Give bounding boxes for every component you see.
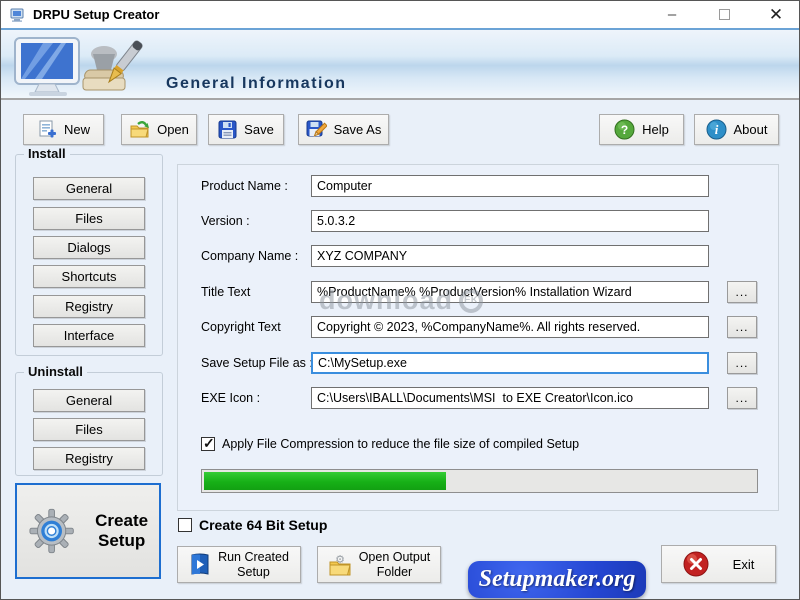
save-button-label: Save — [244, 122, 274, 137]
save-as-floppy-pencil-icon — [306, 120, 327, 140]
sidebar-item-install-interface[interactable]: Interface — [33, 324, 145, 347]
uninstall-group-title: Uninstall — [24, 364, 87, 379]
company-name-input[interactable] — [311, 245, 709, 267]
titlebar: DRPU Setup Creator – ✕ — [1, 1, 799, 28]
progress-fill — [204, 472, 446, 490]
install-group-title: Install — [24, 146, 70, 161]
version-label: Version : — [201, 214, 250, 228]
help-button-label: Help — [642, 122, 669, 137]
minimize-button[interactable]: – — [659, 4, 685, 26]
output-folder-gear-icon: ⚙ — [328, 553, 352, 577]
exe-icon-input[interactable] — [311, 387, 709, 409]
sidebar-item-install-dialogs[interactable]: Dialogs — [33, 236, 145, 259]
title-text-label: Title Text — [201, 285, 250, 299]
setupmaker-badge: Setupmaker.org — [468, 561, 646, 598]
new-button-label: New — [64, 122, 90, 137]
exit-red-x-icon — [683, 551, 709, 577]
open-button[interactable]: Open — [121, 114, 197, 145]
exit-button-label: Exit — [733, 557, 755, 572]
sidebar-item-uninstall-files[interactable]: Files — [33, 418, 145, 441]
window-title: DRPU Setup Creator — [33, 7, 159, 22]
compile-progress-bar — [201, 469, 758, 493]
svg-text:i: i — [714, 122, 718, 137]
close-button[interactable]: ✕ — [763, 4, 789, 26]
compression-checkbox-row: Apply File Compression to reduce the fil… — [201, 437, 579, 451]
exe-icon-label: EXE Icon : — [201, 391, 260, 405]
save-setup-file-browse-button[interactable]: ... — [727, 352, 757, 374]
product-name-label: Product Name : — [201, 179, 288, 193]
create-setup-button[interactable]: Create Setup — [15, 483, 161, 579]
about-button[interactable]: i About — [694, 114, 779, 145]
setupmaker-badge-text: Setupmaker.org — [479, 566, 636, 593]
open-button-label: Open — [157, 122, 189, 137]
open-output-folder-label: Open Output Folder — [359, 550, 431, 580]
sidebar-item-install-general[interactable]: General — [33, 177, 145, 200]
copyright-text-input[interactable] — [311, 316, 709, 338]
product-name-input[interactable] — [311, 175, 709, 197]
exe-icon-browse-button[interactable]: ... — [727, 387, 757, 409]
exit-button[interactable]: Exit — [661, 545, 776, 583]
sidebar-item-install-shortcuts[interactable]: Shortcuts — [33, 265, 145, 288]
version-input[interactable] — [311, 210, 709, 232]
sidebar-item-install-files[interactable]: Files — [33, 207, 145, 230]
gear-icon — [29, 508, 74, 554]
header-banner: General Information — [1, 30, 799, 100]
sidebar-item-install-registry[interactable]: Registry — [33, 295, 145, 318]
run-created-setup-button[interactable]: Run Created Setup — [177, 546, 301, 583]
create-64bit-checkbox[interactable] — [178, 518, 192, 532]
compression-checkbox-label: Apply File Compression to reduce the fil… — [222, 437, 579, 451]
save-as-button-label: Save As — [334, 122, 382, 137]
open-output-folder-button[interactable]: ⚙ Open Output Folder — [317, 546, 441, 583]
help-button[interactable]: ? Help — [599, 114, 684, 145]
company-name-label: Company Name : — [201, 249, 298, 263]
save-floppy-icon — [218, 120, 237, 139]
open-folder-icon — [129, 120, 150, 140]
compression-checkbox[interactable] — [201, 437, 215, 451]
run-created-setup-label: Run Created Setup — [218, 550, 290, 580]
create-64bit-row: Create 64 Bit Setup — [178, 517, 327, 533]
about-button-label: About — [734, 122, 768, 137]
banner-computer-stamp-pen-icon — [9, 32, 159, 100]
new-button[interactable]: New — [23, 114, 104, 145]
sidebar-item-uninstall-registry[interactable]: Registry — [33, 447, 145, 470]
svg-text:?: ? — [621, 123, 628, 137]
help-question-icon: ? — [614, 119, 635, 140]
save-setup-file-input[interactable] — [311, 352, 709, 374]
create-setup-label: Create Setup — [84, 511, 159, 550]
title-text-input[interactable] — [311, 281, 709, 303]
save-as-button[interactable]: Save As — [298, 114, 389, 145]
title-text-browse-button[interactable]: ... — [727, 281, 757, 303]
app-window: DRPU Setup Creator – ✕ G — [0, 0, 800, 600]
copyright-text-label: Copyright Text — [201, 320, 281, 334]
about-info-icon: i — [706, 119, 727, 140]
page-title: General Information — [166, 75, 347, 93]
run-play-icon — [189, 553, 211, 577]
maximize-icon — [719, 9, 730, 20]
save-button[interactable]: Save — [208, 114, 284, 145]
create-64bit-label: Create 64 Bit Setup — [199, 517, 327, 533]
copyright-text-browse-button[interactable]: ... — [727, 316, 757, 338]
app-icon — [9, 7, 25, 23]
save-setup-file-label: Save Setup File as : — [201, 356, 313, 370]
maximize-button[interactable] — [711, 4, 737, 26]
new-document-icon — [37, 120, 57, 140]
sidebar-item-uninstall-general[interactable]: General — [33, 389, 145, 412]
